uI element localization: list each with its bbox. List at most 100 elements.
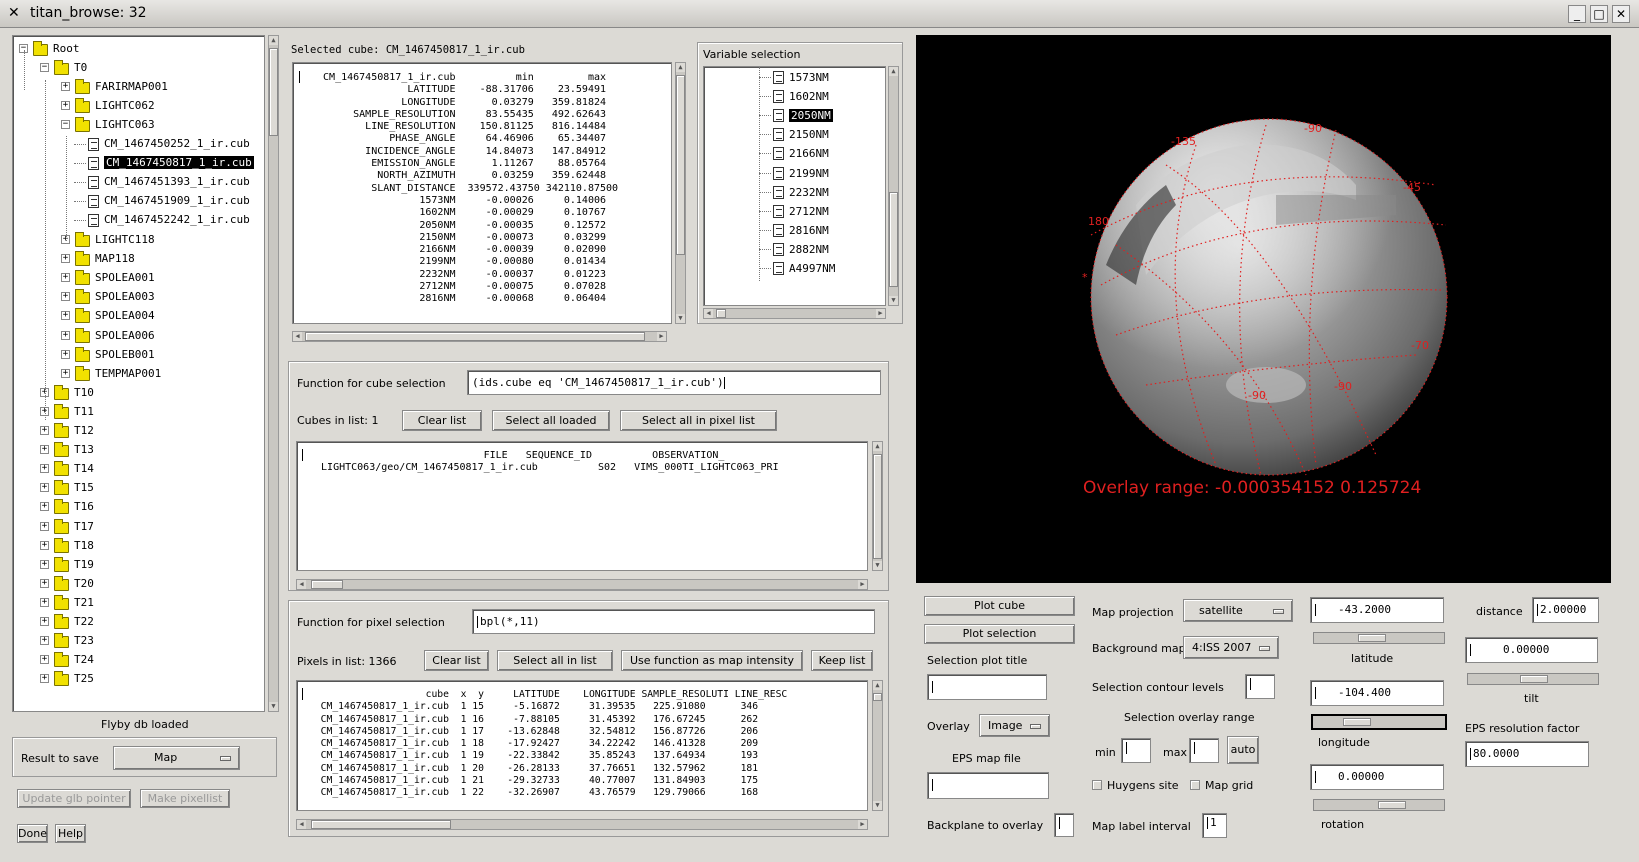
- huygens-site-checkbox[interactable]: [1092, 780, 1102, 790]
- variable-item[interactable]: 2232NM: [704, 183, 884, 202]
- variable-item[interactable]: 2816NM: [704, 221, 884, 240]
- variable-item[interactable]: 2050NM: [704, 106, 884, 125]
- select-all-loaded-button[interactable]: Select all loaded: [492, 410, 610, 431]
- expand-icon[interactable]: +: [40, 445, 49, 455]
- cube-stats-list[interactable]: CM_1467450817_1_ir.cub min max LATITUDE …: [292, 62, 672, 324]
- expand-icon[interactable]: +: [40, 426, 49, 435]
- expand-icon[interactable]: +: [61, 292, 70, 302]
- variable-item[interactable]: 2712NM: [704, 202, 884, 221]
- expand-icon[interactable]: +: [40, 597, 49, 607]
- variable-hscroll[interactable]: ◀ ▶: [703, 308, 886, 319]
- help-button[interactable]: Help: [55, 824, 86, 843]
- file-icon: [773, 128, 784, 142]
- plot-selection-button[interactable]: Plot selection: [924, 624, 1075, 644]
- max-label: max: [1163, 746, 1187, 759]
- expand-icon[interactable]: +: [40, 502, 49, 512]
- flyby-tree[interactable]: − Root − T0 + FARIRMAP001 + LIGHTC062− LIGHTC063…: [12, 35, 265, 712]
- expand-icon[interactable]: +: [40, 464, 49, 474]
- select-all-in-list-button[interactable]: Select all in list: [497, 650, 613, 671]
- tree-item-label: T20: [74, 576, 94, 590]
- collapse-icon[interactable]: −: [61, 120, 70, 130]
- backplane-input[interactable]: [1054, 813, 1074, 837]
- expand-icon[interactable]: +: [40, 540, 49, 550]
- cube-list-vscroll[interactable]: ▲ ▼: [872, 441, 883, 571]
- expand-icon[interactable]: +: [40, 655, 49, 665]
- expand-icon[interactable]: +: [40, 483, 49, 493]
- tilt-slider[interactable]: [1467, 673, 1599, 685]
- select-all-pixel-list-button[interactable]: Select all in pixel list: [620, 410, 777, 431]
- keep-list-button[interactable]: Keep list: [811, 650, 873, 671]
- cube-list-table[interactable]: FILE SEQUENCE_ID OBSERVATION_ LIGHTC063/…: [296, 441, 868, 571]
- done-button[interactable]: Done: [17, 824, 48, 843]
- cube-stats-hscroll[interactable]: ◀ ▶: [292, 331, 667, 342]
- overlay-max-input[interactable]: [1189, 738, 1219, 763]
- variable-item[interactable]: 1573NM: [704, 68, 884, 87]
- expand-icon[interactable]: +: [40, 617, 49, 626]
- variable-list[interactable]: 1573NM 1602NM 2050NM 2150NM 2166NM 2199NM 2232…: [703, 66, 886, 306]
- longitude-slider[interactable]: [1311, 714, 1447, 730]
- map-grid-checkbox[interactable]: [1190, 780, 1200, 790]
- cube-function-input[interactable]: (ids.cube eq 'CM_1467450817_1_ir.cub'): [467, 370, 881, 395]
- plot-cube-button[interactable]: Plot cube: [924, 596, 1075, 616]
- variable-item[interactable]: A4997NM: [704, 259, 884, 278]
- variable-item-label: 2882NM: [789, 242, 829, 256]
- pixel-list-table[interactable]: cube x y LATITUDE LONGITUDE SAMPLE_RESOL…: [296, 680, 868, 811]
- expand-icon[interactable]: +: [61, 273, 70, 283]
- map-projection-dropdown[interactable]: satellite: [1183, 599, 1293, 622]
- background-map-dropdown[interactable]: 4:ISS 2007: [1183, 636, 1279, 659]
- tree-item-label: SPOLEB001: [95, 347, 155, 361]
- eps-map-file-input[interactable]: [927, 772, 1049, 799]
- variable-vscroll[interactable]: ▲ ▼: [888, 66, 899, 306]
- overlay-dropdown[interactable]: Image: [979, 714, 1050, 737]
- result-dropdown[interactable]: Map: [113, 746, 240, 770]
- cube-list-hscroll[interactable]: ◀ ▶: [296, 579, 868, 590]
- tree-scrollbar[interactable]: ▲ ▼: [268, 35, 279, 712]
- minimize-icon[interactable]: _: [1568, 5, 1586, 23]
- expand-icon[interactable]: +: [61, 330, 70, 340]
- variable-item[interactable]: 1602NM: [704, 87, 884, 106]
- use-function-map-intensity-button[interactable]: Use function as map intensity: [621, 650, 803, 671]
- clear-pixel-list-button[interactable]: Clear list: [424, 650, 489, 671]
- expand-icon[interactable]: +: [61, 349, 70, 359]
- variable-item[interactable]: 2199NM: [704, 164, 884, 183]
- longitude-input[interactable]: -104.400: [1310, 680, 1444, 706]
- map-label-interval-input[interactable]: 1: [1202, 813, 1227, 838]
- auto-button[interactable]: auto: [1227, 736, 1259, 764]
- pixel-function-input[interactable]: bpl(*,11): [472, 609, 875, 634]
- expand-icon[interactable]: +: [40, 521, 49, 531]
- expand-icon[interactable]: +: [61, 82, 70, 92]
- variable-item[interactable]: 2150NM: [704, 125, 884, 144]
- selection-plot-title-input[interactable]: [927, 674, 1047, 700]
- variable-item[interactable]: 2166NM: [704, 144, 884, 163]
- expand-icon[interactable]: +: [61, 368, 70, 378]
- eps-resolution-input[interactable]: 80.0000: [1465, 741, 1589, 767]
- dropdown-icon: [1259, 645, 1270, 651]
- rotation-input[interactable]: 0.00000: [1310, 764, 1444, 790]
- maximize-icon[interactable]: □: [1590, 5, 1608, 23]
- contour-levels-input[interactable]: [1245, 674, 1275, 699]
- cube-stats-vscroll[interactable]: ▲ ▼: [675, 62, 686, 324]
- collapse-icon[interactable]: −: [40, 63, 49, 73]
- expand-icon[interactable]: +: [40, 674, 49, 684]
- expand-icon[interactable]: +: [61, 101, 70, 111]
- file-icon: [773, 223, 784, 237]
- pixel-list-vscroll[interactable]: ▲ ▼: [872, 680, 883, 811]
- map-canvas[interactable]: -135 -90 -45 180 -70 -90 -90 * Overlay r…: [916, 35, 1611, 583]
- expand-icon[interactable]: +: [61, 311, 70, 321]
- expand-icon[interactable]: +: [40, 636, 49, 646]
- rotation-slider[interactable]: [1313, 799, 1445, 811]
- distance-input[interactable]: 2.00000: [1532, 597, 1599, 623]
- pixel-list-hscroll[interactable]: ◀ ▶: [296, 819, 868, 830]
- close-icon[interactable]: ✕: [1612, 5, 1630, 23]
- expand-icon[interactable]: +: [61, 254, 70, 264]
- variable-item[interactable]: 2882NM: [704, 240, 884, 259]
- expand-icon[interactable]: +: [40, 559, 49, 569]
- update-glb-button[interactable]: Update glb pointer: [17, 789, 131, 808]
- expand-icon[interactable]: +: [40, 578, 49, 588]
- tilt-input[interactable]: 0.00000: [1465, 637, 1598, 663]
- clear-cube-list-button[interactable]: Clear list: [402, 410, 482, 431]
- latitude-slider[interactable]: [1313, 632, 1445, 644]
- overlay-min-input[interactable]: [1121, 738, 1151, 763]
- make-pixellist-button[interactable]: Make pixellist: [140, 789, 230, 808]
- latitude-input[interactable]: -43.2000: [1310, 597, 1444, 623]
